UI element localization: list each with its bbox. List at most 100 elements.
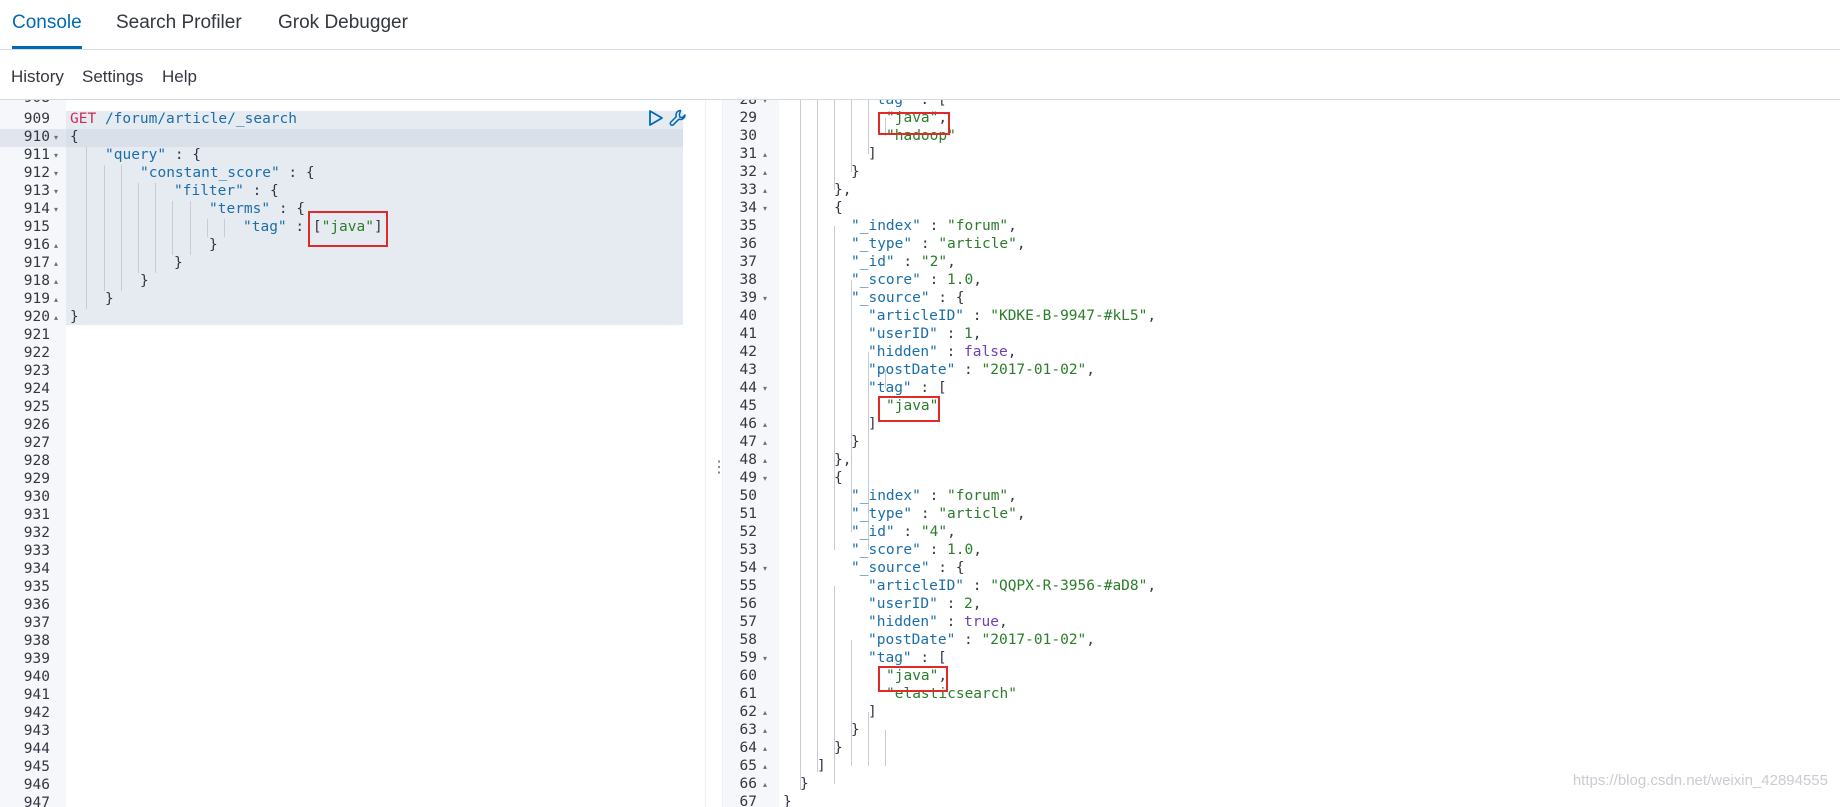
wrench-icon[interactable] [668,108,688,128]
fold-close-icon[interactable]: ▴ [54,259,58,268]
code-line: }, [834,182,852,198]
code-line: "_index" : "forum", [851,488,1017,504]
json-punct: : { [252,183,279,199]
json-key: "constant_score" [140,165,280,181]
code-line: ] [868,416,877,432]
menu-settings[interactable]: Settings [82,67,143,87]
fold-open-icon[interactable]: ▾ [763,294,767,303]
fold-close-icon[interactable]: ▴ [763,780,767,789]
tab-search-profiler[interactable]: Search Profiler [116,0,242,48]
app-tabs: Console Search Profiler Grok Debugger [0,0,1840,50]
indent-guide [224,219,225,237]
line-number: 59 [739,650,757,666]
fold-close-icon[interactable]: ▴ [763,726,767,735]
code-line: { [834,470,843,486]
line-number: 929 [23,471,50,487]
fold-close-icon[interactable]: ▴ [54,277,58,286]
tab-console[interactable]: Console [12,0,82,49]
fold-close-icon[interactable]: ▴ [763,762,767,771]
line-number: 935 [23,579,50,595]
line-number: 947 [23,795,50,807]
line-number: 931 [23,507,50,523]
line-number: 932 [23,525,50,541]
code-line: "_type" : "article", [851,236,1026,252]
fold-open-icon[interactable]: ▾ [54,151,58,160]
fold-close-icon[interactable]: ▴ [763,168,767,177]
line-number: 44 [739,380,757,396]
line-number: 919 [23,291,50,307]
code-line: } [174,255,183,271]
line-number: 28 [739,100,757,108]
line-number: 944 [23,741,50,757]
fold-open-icon[interactable]: ▾ [763,384,767,393]
line-number: 65 [739,758,757,774]
line-number: 939 [23,651,50,667]
line-number: 942 [23,705,50,721]
fold-close-icon[interactable]: ▴ [54,295,58,304]
line-number: 36 [739,236,757,252]
fold-open-icon[interactable]: ▾ [54,205,58,214]
fold-open-icon[interactable]: ▾ [763,564,767,573]
code-line: } [105,291,114,307]
line-number: 61 [739,686,757,702]
fold-open-icon[interactable]: ▾ [763,204,767,213]
indent-guide [155,183,156,273]
line-number: 943 [23,723,50,739]
highlight-box [308,211,388,247]
line-number: 62 [739,704,757,720]
fold-open-icon[interactable]: ▾ [763,100,767,105]
play-icon[interactable] [648,109,664,127]
fold-open-icon[interactable]: ▾ [54,133,58,142]
request-editor[interactable]: 908 909 910 ▾ 911 ▾ 912 ▾ 913 ▾ 914 ▾ 915 916 ▴ 917 ▴ 91… [0,100,705,807]
fold-close-icon[interactable]: ▴ [763,150,767,159]
line-number: 37 [739,254,757,270]
menu-help[interactable]: Help [162,67,197,87]
line-number: 30 [739,128,757,144]
fold-close-icon[interactable]: ▴ [763,708,767,717]
line-number: 908 [14,100,50,106]
code-line: "tag" : [ [868,650,947,666]
code-line: "hidden" : true, [868,614,1008,630]
indent-guide [86,147,87,309]
line-number: 50 [739,488,757,504]
fold-close-icon[interactable]: ▴ [54,313,58,322]
code-line: } [209,237,218,253]
line-number: 51 [739,506,757,522]
request-line: GET /forum/article/_search [70,111,297,127]
code-line: } [800,776,809,792]
menu-history[interactable]: History [11,67,64,87]
fold-close-icon[interactable]: ▴ [763,438,767,447]
code-line: } [851,164,860,180]
fold-open-icon[interactable]: ▾ [54,169,58,178]
code-line: } [140,273,149,289]
line-number: 937 [23,615,50,631]
line-number: 925 [23,399,50,415]
fold-open-icon[interactable]: ▾ [763,474,767,483]
fold-open-icon[interactable]: ▾ [763,654,767,663]
line-number: 63 [739,722,757,738]
line-number: 54 [739,560,757,576]
code-line: "_score" : 1.0, [851,272,982,288]
line-number: 29 [739,110,757,126]
fold-close-icon[interactable]: ▴ [763,186,767,195]
fold-close-icon[interactable]: ▴ [763,456,767,465]
fold-open-icon[interactable]: ▾ [54,187,58,196]
line-number: 927 [23,435,50,451]
code-line: "filter" : { [174,183,279,199]
code-line: { [70,129,79,145]
line-number: 915 [23,219,50,235]
line-number: 47 [739,434,757,450]
fold-close-icon[interactable]: ▴ [763,420,767,429]
fold-close-icon[interactable]: ▴ [54,241,58,250]
line-number: 57 [739,614,757,630]
line-number: 60 [739,668,757,684]
tab-grok-debugger[interactable]: Grok Debugger [278,0,408,48]
fold-close-icon[interactable]: ▴ [763,744,767,753]
line-number: 52 [739,524,757,540]
line-number: 39 [739,290,757,306]
json-key: "query" [105,147,167,163]
line-number: 920 [23,309,50,325]
line-number: 941 [23,687,50,703]
line-number: 53 [739,542,757,558]
code-line: "postDate" : "2017-01-02", [868,362,1096,378]
